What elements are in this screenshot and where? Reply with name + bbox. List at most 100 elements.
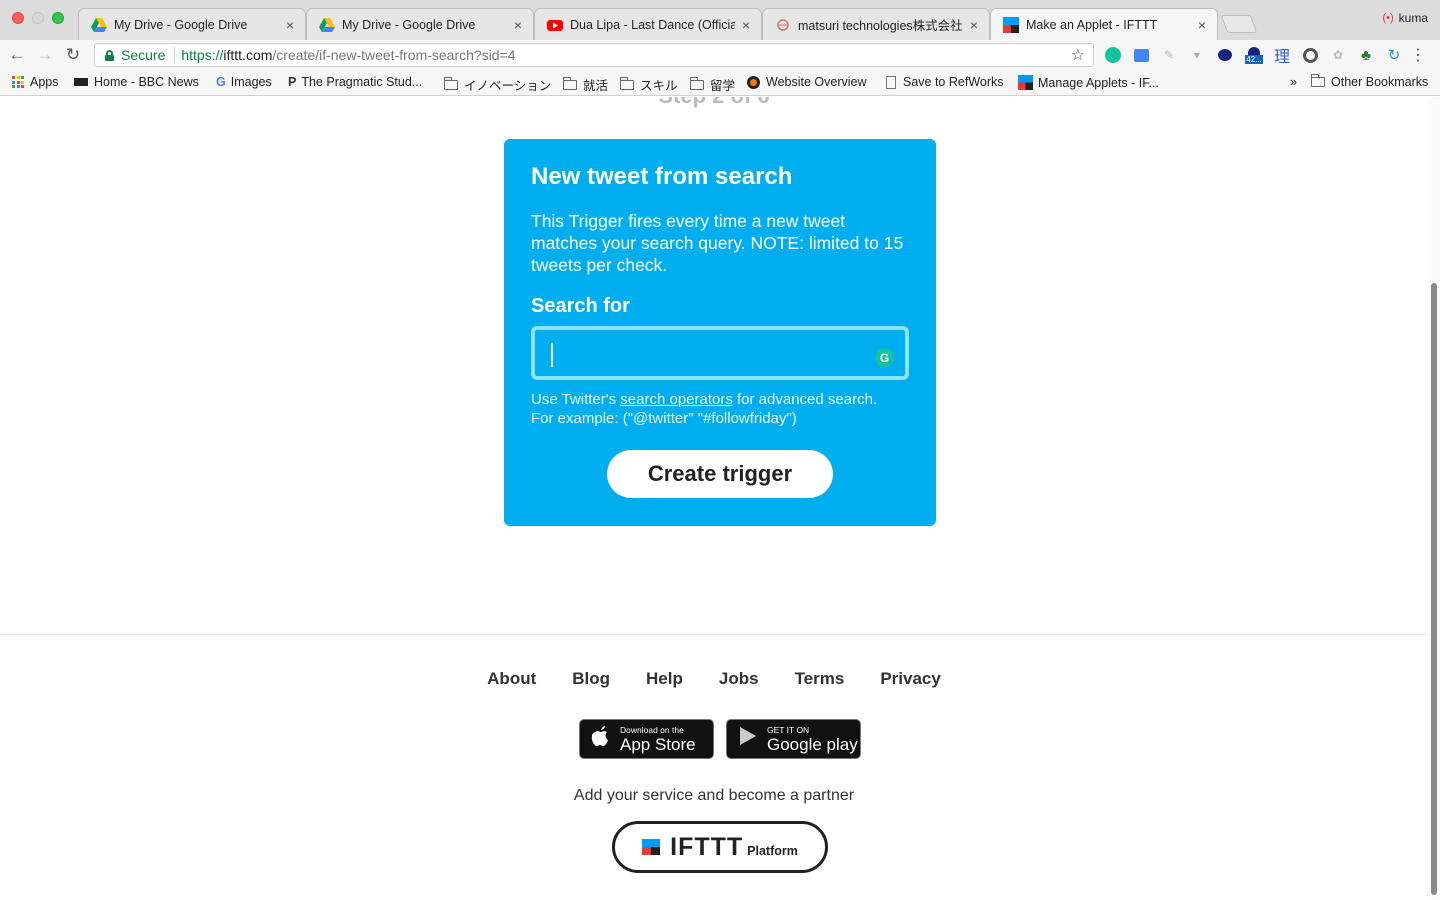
bookmark-website-overview[interactable]: Website Overview [747, 75, 867, 89]
close-tab-icon[interactable]: × [283, 17, 297, 33]
sync-extension-icon[interactable]: ↻ [1385, 46, 1403, 64]
maximize-window-button[interactable] [52, 12, 64, 24]
url-scheme: https:// [181, 47, 224, 63]
trigger-card: New tweet from search This Trigger fires… [504, 139, 936, 526]
apps-grid-icon [12, 76, 24, 88]
close-tab-icon[interactable]: × [511, 17, 525, 33]
folder-icon [620, 76, 634, 90]
tab-title: My Drive - Google Drive [114, 17, 248, 32]
search-example-text: For example: ("@twitter" "#followfriday"… [531, 410, 797, 427]
bookmark-images[interactable]: G Images [216, 75, 272, 89]
bookmark-folder-shukatsu[interactable]: 就活 [563, 75, 608, 94]
browser-tab[interactable]: Dua Lipa - Last Dance (Official × [534, 8, 762, 40]
browser-tab[interactable]: matsuri technologies株式会社 × [762, 8, 990, 40]
extension-badge: 42... [1245, 54, 1263, 64]
google-play-badge[interactable]: GET IT ON Google play [726, 719, 861, 759]
paw-extension-icon[interactable]: ✿ [1329, 46, 1347, 64]
bookmark-apps[interactable]: Apps [12, 75, 59, 89]
record-extension-icon[interactable] [1301, 46, 1319, 64]
search-query-input[interactable] [531, 326, 909, 380]
bookmark-other-bookmarks[interactable]: Other Bookmarks [1311, 74, 1428, 89]
grammarly-icon[interactable]: G [875, 348, 894, 367]
tab-title: matsuri technologies株式会社 [798, 19, 963, 33]
browser-toolbar: ← → ↻ Secure https://ifttt.com/create/if… [0, 40, 1440, 70]
dictionary-extension-icon[interactable]: 理 [1273, 46, 1291, 66]
folder-icon [444, 76, 458, 90]
bookmark-pragmatic-studio[interactable]: P The Pragmatic Stud... [288, 75, 422, 89]
url-path: /create/if-new-tweet-from-search?sid=4 [272, 47, 516, 63]
lock-icon [105, 49, 114, 61]
footer-link-privacy[interactable]: Privacy [880, 669, 941, 689]
close-tab-icon[interactable]: × [1195, 17, 1209, 33]
trigger-description: This Trigger fires every time a new twee… [531, 211, 904, 275]
bookmark-folder-innovation[interactable]: イノベーション [444, 75, 551, 94]
grammarly-extension-icon[interactable] [1104, 46, 1122, 64]
bbc-icon [74, 78, 88, 86]
app-store-badge[interactable]: Download on the App Store [579, 719, 714, 759]
trigger-title: New tweet from search [531, 163, 793, 190]
search-helper-text: Use Twitter's search operators for advan… [531, 391, 878, 427]
footer-link-about[interactable]: About [487, 669, 536, 689]
extension-icon[interactable] [1216, 46, 1234, 64]
google-drive-icon [319, 17, 335, 32]
bookmark-bbc-news[interactable]: Home - BBC News [74, 75, 199, 89]
bookmark-save-to-refworks[interactable]: Save to RefWorks [886, 75, 1004, 89]
website-overview-icon [747, 75, 760, 89]
chrome-menu-icon[interactable]: ⋮ [1410, 45, 1426, 65]
profile-name: kuma [1398, 11, 1428, 25]
folder-icon [1311, 74, 1325, 87]
browser-tab[interactable]: My Drive - Google Drive × [306, 8, 534, 40]
folder-icon [563, 76, 577, 90]
bookmark-folder-skill[interactable]: スキル [620, 75, 678, 94]
youtube-icon [547, 19, 563, 31]
ifttt-icon [1003, 16, 1019, 33]
tree-extension-icon[interactable]: ♣ [1357, 46, 1375, 64]
reload-icon[interactable]: ↻ [62, 44, 84, 66]
tab-title: My Drive - Google Drive [342, 17, 476, 32]
notification-extension-icon[interactable]: 42... [1242, 46, 1266, 64]
tab-title: Dua Lipa - Last Dance (Official [570, 17, 735, 32]
pragmatic-icon: P [288, 75, 297, 89]
bookmarks-overflow-chevron[interactable]: » [1290, 75, 1297, 89]
browser-tab-strip: My Drive - Google Drive × My Drive - Goo… [0, 0, 1440, 40]
close-tab-icon[interactable]: × [739, 17, 753, 33]
search-for-label: Search for [531, 295, 630, 317]
footer-link-terms[interactable]: Terms [795, 669, 845, 689]
scrollbar-thumb[interactable] [1431, 283, 1437, 895]
footer-link-help[interactable]: Help [646, 669, 683, 689]
browser-tab-active[interactable]: Make an Applet - IFTTT × [990, 8, 1218, 40]
url-host: ifttt.com [223, 47, 273, 63]
close-window-button[interactable] [12, 12, 24, 24]
footer-divider [0, 634, 1428, 635]
page-content: Step 2 of 6 New tweet from search This T… [0, 97, 1428, 900]
browser-tab[interactable]: My Drive - Google Drive × [78, 8, 306, 40]
footer-link-blog[interactable]: Blog [572, 669, 610, 689]
footer-link-jobs[interactable]: Jobs [719, 669, 759, 689]
profile-button[interactable]: (•) kuma [1382, 11, 1428, 25]
bookmark-folder-ryugaku[interactable]: 留学 [690, 75, 735, 94]
page-scrollbar[interactable] [1428, 97, 1440, 900]
bookmark-star-icon[interactable]: ☆ [1071, 45, 1085, 65]
tab-title: Make an Applet - IFTTT [1026, 17, 1158, 32]
step-indicator: Step 2 of 6 [0, 97, 1428, 109]
secure-label: Secure [121, 47, 166, 63]
address-bar[interactable]: Secure https://ifttt.com/create/if-new-t… [94, 43, 1094, 67]
footer-nav: About Blog Help Jobs Terms Privacy [0, 669, 1428, 689]
bookmark-manage-applets[interactable]: Manage Applets - IF... [1018, 75, 1159, 90]
ifttt-platform-button[interactable]: IFTTT Platform [612, 821, 828, 873]
bookmarks-bar: Apps Home - BBC News G Images P The Prag… [0, 70, 1440, 96]
forward-arrow-icon[interactable]: → [34, 44, 56, 66]
search-operators-link[interactable]: search operators [620, 391, 733, 408]
close-tab-icon[interactable]: × [967, 17, 981, 33]
play-triangle-icon [737, 726, 759, 752]
document-icon [886, 75, 896, 89]
folder-icon [690, 76, 704, 90]
google-drive-icon [91, 17, 107, 32]
extension-icon[interactable] [1132, 46, 1150, 64]
pocket-extension-icon[interactable]: ▾ [1188, 46, 1206, 64]
minimize-window-button[interactable] [32, 12, 44, 24]
pen-extension-icon[interactable]: ✎ [1160, 46, 1178, 64]
create-trigger-button[interactable]: Create trigger [607, 450, 833, 498]
new-tab-button[interactable] [1220, 15, 1258, 33]
back-arrow-icon[interactable]: ← [6, 44, 28, 66]
